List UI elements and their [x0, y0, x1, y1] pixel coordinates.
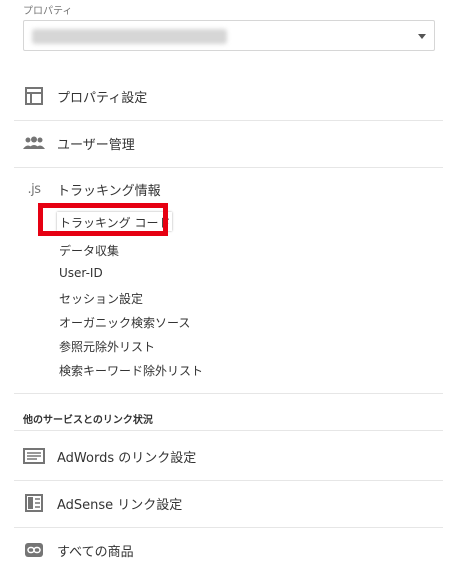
submenu-session-settings[interactable]: セッション設定 [59, 290, 143, 307]
menu-item-label: AdWords のリンク設定 [57, 450, 197, 466]
submenu-tracking-code[interactable]: トラッキング コード [57, 212, 173, 231]
menu-item-label: すべての商品 [57, 544, 134, 560]
divider [14, 393, 443, 394]
adsense-icon [23, 492, 45, 514]
menu-item-label: ユーザー管理 [57, 137, 135, 153]
divider [14, 527, 443, 528]
submenu-user-id[interactable]: User-ID [59, 266, 103, 280]
divider [14, 480, 443, 481]
menu-item-property-settings[interactable]: プロパティ設定 [23, 84, 443, 108]
divider [14, 120, 443, 121]
adwords-icon [23, 445, 45, 467]
menu-item-tracking-info[interactable]: .js トラッキング情報 [23, 177, 443, 201]
section-title: 他のサービスとのリンク状況 [23, 415, 153, 426]
divider [14, 430, 443, 431]
dropdown-arrow-icon[interactable] [418, 34, 426, 39]
submenu-referral-exclusion-list[interactable]: 参照元除外リスト [59, 338, 155, 355]
submenu-search-term-exclusion-list[interactable]: 検索キーワード除外リスト [59, 362, 203, 379]
property-select[interactable] [23, 20, 435, 51]
js-code-icon: .js [27, 181, 41, 197]
property-select-value [32, 29, 227, 44]
link-icon [23, 539, 45, 561]
menu-item-adwords-linking[interactable]: AdWords のリンク設定 [23, 444, 443, 468]
menu-item-user-management[interactable]: ユーザー管理 [23, 131, 443, 155]
submenu-data-collection[interactable]: データ収集 [59, 242, 119, 259]
property-label: プロパティ [23, 6, 73, 17]
menu-item-label: トラッキング情報 [57, 183, 161, 199]
divider [14, 167, 443, 168]
menu-item-all-products[interactable]: すべての商品 [23, 538, 443, 562]
layout-icon [23, 85, 45, 107]
menu-item-label: AdSense リンク設定 [57, 497, 183, 513]
people-icon [23, 132, 45, 154]
menu-item-label: プロパティ設定 [57, 90, 148, 106]
menu-item-adsense-linking[interactable]: AdSense リンク設定 [23, 491, 443, 515]
submenu-organic-search-sources[interactable]: オーガニック検索ソース [59, 314, 190, 331]
